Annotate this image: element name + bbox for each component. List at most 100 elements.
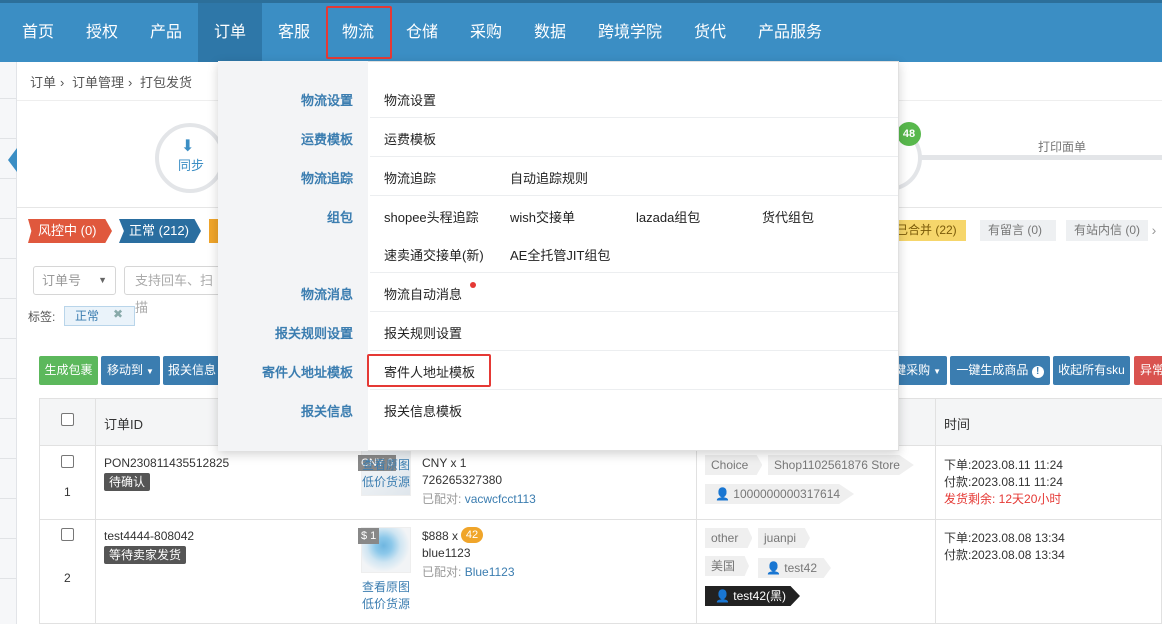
caret-down-icon: ▼ <box>146 367 154 376</box>
order-id[interactable]: test4444-808042 <box>104 529 194 543</box>
tag-filter-chip[interactable]: 正常 <box>64 306 135 326</box>
matched-label-text: 已配对: <box>422 492 462 506</box>
status-tag-risk[interactable]: 风控中 (0) <box>28 219 112 243</box>
order-placed-time: 下单:2023.08.11 11:24 <box>944 458 1063 472</box>
caret-down-icon: ▼ <box>933 367 941 376</box>
breadcrumb-order[interactable]: 订单 <box>30 75 56 90</box>
breadcrumb: 订单 › 订单管理 › 打包发货 <box>30 72 196 91</box>
dd-item-forwarder-package[interactable]: 货代组包 <box>762 207 814 226</box>
dd-category-customs-rules: 报关规则设置 <box>274 326 353 341</box>
breadcrumb-pack-ship: 打包发货 <box>139 75 192 90</box>
sync-step-label: 同步 <box>178 158 205 173</box>
matched-sku-link[interactable]: Blue1123 <box>465 565 515 579</box>
col-divider <box>95 399 96 624</box>
low-price-source-link[interactable]: 低价货源 <box>362 595 410 612</box>
logistics-highlight-box <box>326 6 392 59</box>
view-image-link[interactable]: 查看原图 <box>362 578 410 595</box>
dd-item-freight-template[interactable]: 运费模板 <box>384 129 436 148</box>
dd-item-lazada-package[interactable]: lazada组包 <box>636 207 700 226</box>
dd-separator <box>370 156 898 157</box>
nav-item-academy[interactable]: 跨境学院 <box>588 3 672 62</box>
move-to-button[interactable]: 移动到 ▼ <box>101 356 160 385</box>
customs-info-button[interactable]: 报关信息 <box>163 356 221 385</box>
scroll-right-chevron-icon[interactable]: › <box>1146 217 1162 243</box>
blacklisted-buyer-tag: 👤 test42(黑) <box>705 586 800 606</box>
sidebar-collapse-arrow-icon[interactable] <box>8 148 17 172</box>
col-divider <box>935 399 936 624</box>
order-status-badge: 等待卖家发货 <box>104 546 187 564</box>
search-input[interactable]: 支持回车、扫描 <box>124 266 224 315</box>
generate-product-label: 一键生成商品 <box>956 363 1029 377</box>
dd-category-freight-template: 运费模板 <box>300 132 353 147</box>
search-field-select[interactable]: 订单号 ▼ <box>33 266 116 295</box>
status-tag-has-message[interactable]: 有留言 (0) <box>980 220 1056 241</box>
move-to-label: 移动到 <box>107 363 144 377</box>
nav-item-order[interactable]: 订单 <box>198 3 262 62</box>
col-order-id: 订单ID <box>104 417 144 432</box>
chevron-down-icon: ▼ <box>98 275 107 285</box>
user-icon: 👤 <box>715 487 730 501</box>
store-tag: Choice <box>705 455 763 475</box>
row-checkbox[interactable] <box>61 528 74 541</box>
nav-item-service[interactable]: 客服 <box>262 3 326 62</box>
exception-button[interactable]: 异常 <box>1134 356 1162 385</box>
buyer-id: test42 <box>784 561 817 575</box>
dd-item-wish-handover[interactable]: wish交接单 <box>510 207 575 226</box>
status-tag-station-message[interactable]: 有站内信 (0) <box>1066 220 1148 241</box>
store-tag: other <box>705 528 753 548</box>
dd-category-logistics-settings: 物流设置 <box>300 93 353 108</box>
dd-category-sender-address: 寄件人地址模板 <box>261 365 353 380</box>
dd-item-customs-rules[interactable]: 报关规则设置 <box>384 323 462 342</box>
view-image-link[interactable]: 查看原图 <box>362 456 410 473</box>
price-tag: $ 1 <box>358 528 380 544</box>
nav-item-purchase[interactable]: 采购 <box>454 3 518 62</box>
dd-item-ae-jit-package[interactable]: AE全托管JIT组包 <box>510 245 610 264</box>
collapse-all-sku-button[interactable]: 收起所有sku <box>1053 356 1130 385</box>
status-tag-normal[interactable]: 正常 (212) <box>119 219 201 243</box>
item-sku: blue1123 <box>422 546 471 560</box>
ship-remaining: 发货剩余: 12天20小时 <box>944 492 1062 506</box>
matched-label: 已配对: Blue1123 <box>422 563 515 580</box>
dd-item-logistics-settings[interactable]: 物流设置 <box>384 90 436 109</box>
dd-item-auto-messages[interactable]: 物流自动消息 <box>384 284 462 303</box>
dd-category-customs-info: 报关信息 <box>300 404 353 419</box>
dd-item-auto-tracking-rules[interactable]: 自动追踪规则 <box>510 168 588 187</box>
nav-item-warehouse[interactable]: 仓储 <box>390 3 454 62</box>
nav-item-forwarder[interactable]: 货代 <box>678 3 742 62</box>
order-paid-time: 付款:2023.08.08 13:34 <box>944 548 1065 562</box>
col-time: 时间 <box>944 417 971 432</box>
nav-item-data[interactable]: 数据 <box>518 3 582 62</box>
create-package-button[interactable]: 生成包裹 <box>39 356 98 385</box>
dd-separator <box>370 389 898 390</box>
left-sidebar-collapsed[interactable] <box>0 62 17 624</box>
dd-separator <box>370 195 898 196</box>
purchase-label: 键采购 <box>894 363 931 377</box>
dd-separator <box>370 272 898 273</box>
row-checkbox[interactable] <box>61 455 74 468</box>
dd-item-customs-info-template[interactable]: 报关信息模板 <box>384 401 462 420</box>
dd-item-tracking[interactable]: 物流追踪 <box>384 168 436 187</box>
dd-item-aliexpress-handover[interactable]: 速卖通交接单(新) <box>384 245 484 264</box>
order-paid-time: 付款:2023.08.11 11:24 <box>944 475 1063 489</box>
nav-item-product-service[interactable]: 产品服务 <box>748 3 832 62</box>
order-id[interactable]: PON230811435512825 <box>104 456 229 470</box>
close-icon[interactable]: ✖ <box>113 307 123 321</box>
qty-badge: 42 <box>461 527 483 543</box>
dd-category-tracking: 物流追踪 <box>300 171 353 186</box>
tag-filter-label: 标签: <box>28 310 56 324</box>
status-tag-merged[interactable]: 已合并 (22) <box>888 220 966 241</box>
order-placed-time: 下单:2023.08.08 13:34 <box>944 531 1065 545</box>
user-icon: 👤 <box>766 561 781 575</box>
generate-product-button[interactable]: 一键生成商品 ! <box>950 356 1050 385</box>
nav-item-product[interactable]: 产品 <box>134 3 198 62</box>
store-tag: Shop1102561876 Store <box>768 455 914 475</box>
print-label-step[interactable]: 打印面单 <box>1038 138 1086 155</box>
low-price-source-link[interactable]: 低价货源 <box>362 473 410 490</box>
dd-item-shopee-tracking[interactable]: shopee头程追踪 <box>384 207 479 226</box>
row-index: 2 <box>64 571 71 585</box>
nav-item-home[interactable]: 首页 <box>6 3 70 62</box>
nav-item-authorize[interactable]: 授权 <box>70 3 134 62</box>
select-all-checkbox[interactable] <box>61 413 74 426</box>
matched-sku-link[interactable]: vacwcfcct113 <box>465 492 536 506</box>
breadcrumb-order-manage[interactable]: 订单管理 <box>72 75 124 90</box>
